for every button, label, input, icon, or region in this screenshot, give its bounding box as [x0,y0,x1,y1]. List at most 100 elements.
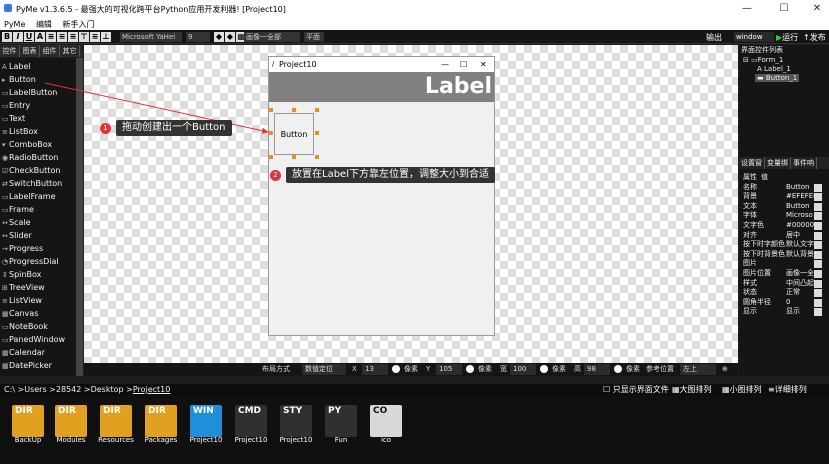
component-progress[interactable]: →Progress [0,242,76,255]
output-button[interactable]: 输出 [706,32,722,43]
property-edit-icon[interactable] [814,221,822,230]
file-item[interactable]: DIR Modules [51,405,91,445]
tab-others[interactable]: 其它 [60,45,80,57]
component-combobox[interactable]: ▾ ComboBox [0,138,76,151]
property-row[interactable]: 字体 Microso [741,211,829,221]
form-minimize-icon[interactable]: — [441,57,449,72]
window-select[interactable]: window [734,32,774,42]
property-row[interactable]: 图片 [741,259,829,269]
align-center-icon[interactable]: ≡ [57,32,67,42]
tab-properties[interactable]: 设置窗 [739,157,765,169]
font-select[interactable]: Microsoft YaHei [120,32,182,42]
path-breadcrumb[interactable]: C:\ >Users >28542 >Desktop > [0,385,133,394]
align-left-icon[interactable]: ≡ [46,32,56,42]
property-value[interactable]: 居中 [786,231,816,241]
form-label[interactable]: Label [269,72,494,102]
component-switchbutton[interactable]: ⇄SwitchButton [0,177,76,190]
property-edit-icon[interactable] [814,289,822,298]
file-item[interactable]: DIR BackUp [8,405,48,445]
property-edit-icon[interactable] [814,202,822,211]
form-button[interactable]: Button [274,113,314,155]
file-item[interactable]: CO ico [366,405,406,445]
property-value[interactable]: 显示 [786,307,816,317]
height-unit-radio[interactable] [614,365,622,373]
resize-handle[interactable] [315,155,319,159]
property-row[interactable]: 样式 中间凸起 [741,279,829,289]
component-radiobutton[interactable]: ◉RadioButton [0,151,76,164]
property-row[interactable]: 按下时字颜色 默认文字 [741,240,829,250]
small-icons-option[interactable]: ▦小图排列 [722,384,762,396]
property-edit-icon[interactable] [814,193,822,202]
property-value[interactable]: 默认文字 [786,240,816,250]
resize-handle[interactable] [315,108,319,112]
property-row[interactable]: 状态 正常 [741,288,829,298]
tab-components[interactable]: 组件 [40,45,60,57]
property-edit-icon[interactable] [814,183,822,192]
file-item[interactable]: CMD Project10 [231,405,271,445]
italic-button[interactable]: I [13,32,23,42]
height-input[interactable]: 98 [584,364,610,375]
property-row[interactable]: 名称 Button [741,183,829,193]
reference-select[interactable]: 左上 [680,364,716,375]
property-row[interactable]: 圆角半径 0 [741,298,829,308]
property-value[interactable]: Button [786,183,816,193]
font-size-select[interactable]: 9 [186,32,210,42]
property-value[interactable]: #EFEFEF [786,192,816,202]
file-item[interactable]: DIR Packages [141,405,181,445]
tab-events[interactable]: 事件响 [791,157,817,169]
component-labelbutton[interactable]: ▭LabelButton [0,86,76,99]
component-datepicker[interactable]: ▦DatePicker [0,359,76,372]
property-row[interactable]: 文字色 #000000 [741,221,829,231]
form-close-icon[interactable]: ✕ [480,57,487,72]
component-checkbutton[interactable]: ☑CheckButton [0,164,76,177]
property-value[interactable]: 正常 [786,288,816,298]
property-value[interactable]: 画像一全 [786,269,816,279]
resize-handle[interactable] [315,131,319,135]
component-frame[interactable]: ▭Frame [0,203,76,216]
run-button[interactable]: ▶运行 [776,32,798,43]
component-scale[interactable]: ↔Scale [0,216,76,229]
property-edit-icon[interactable] [814,298,822,307]
tab-variables[interactable]: 变量绑 [765,157,791,169]
property-edit-icon[interactable] [814,260,822,269]
file-item[interactable]: WIN Project10 [186,405,226,445]
component-canvas[interactable]: ▦Canvas [0,307,76,320]
color-picker-icon[interactable]: ◆ [214,32,224,42]
align-top-icon[interactable]: ⊤ [79,32,89,42]
property-row[interactable]: 背景 #EFEFEF [741,192,829,202]
property-edit-icon[interactable] [814,212,822,221]
tree-item-form[interactable]: ⊟ ▭Form_1 [743,56,783,64]
plane-select[interactable]: 平面 [304,32,324,42]
component-spinbox[interactable]: ⇕SpinBox [0,268,76,281]
component-calendar[interactable]: ▦Calendar [0,346,76,359]
component-progressdial[interactable]: ◔ProgressDial [0,255,76,268]
property-value[interactable]: Button [786,202,816,212]
x-input[interactable]: 13 [362,364,388,375]
property-value[interactable]: #000000 [786,221,816,231]
property-value[interactable]: 默认背景 [786,250,816,260]
component-label[interactable]: A Label [0,60,76,73]
component-scrollbar[interactable] [76,58,83,376]
property-row[interactable]: 文本 Button [741,202,829,212]
align-right-icon[interactable]: ≡ [68,32,78,42]
y-unit-radio[interactable] [466,365,474,373]
component-notebook[interactable]: ▭NoteBook [0,320,76,333]
detail-option[interactable]: ≡详细排列 [768,384,807,396]
y-input[interactable]: 105 [436,364,462,375]
file-item[interactable]: STY Project10 [276,405,316,445]
resize-handle[interactable] [269,155,273,159]
property-edit-icon[interactable] [814,231,822,240]
only-ui-option[interactable]: ☐ 只显示界面文件 [603,384,669,396]
component-entry[interactable]: ▭Entry [0,99,76,112]
width-unit-radio[interactable] [540,365,548,373]
property-value[interactable]: 中间凸起 [786,279,816,289]
path-current[interactable]: Project10 [133,385,171,394]
minimize-button[interactable]: — [735,0,759,18]
bold-button[interactable]: B [2,32,12,42]
property-row[interactable]: 对齐 居中 [741,231,829,241]
component-panedwindow[interactable]: ▭PanedWindow [0,333,76,346]
publish-button[interactable]: ↑发布 [803,32,826,43]
component-treeview[interactable]: ⊞TreeView [0,281,76,294]
lock-icon[interactable]: ⊕ [722,364,728,375]
property-edit-icon[interactable] [814,269,822,278]
